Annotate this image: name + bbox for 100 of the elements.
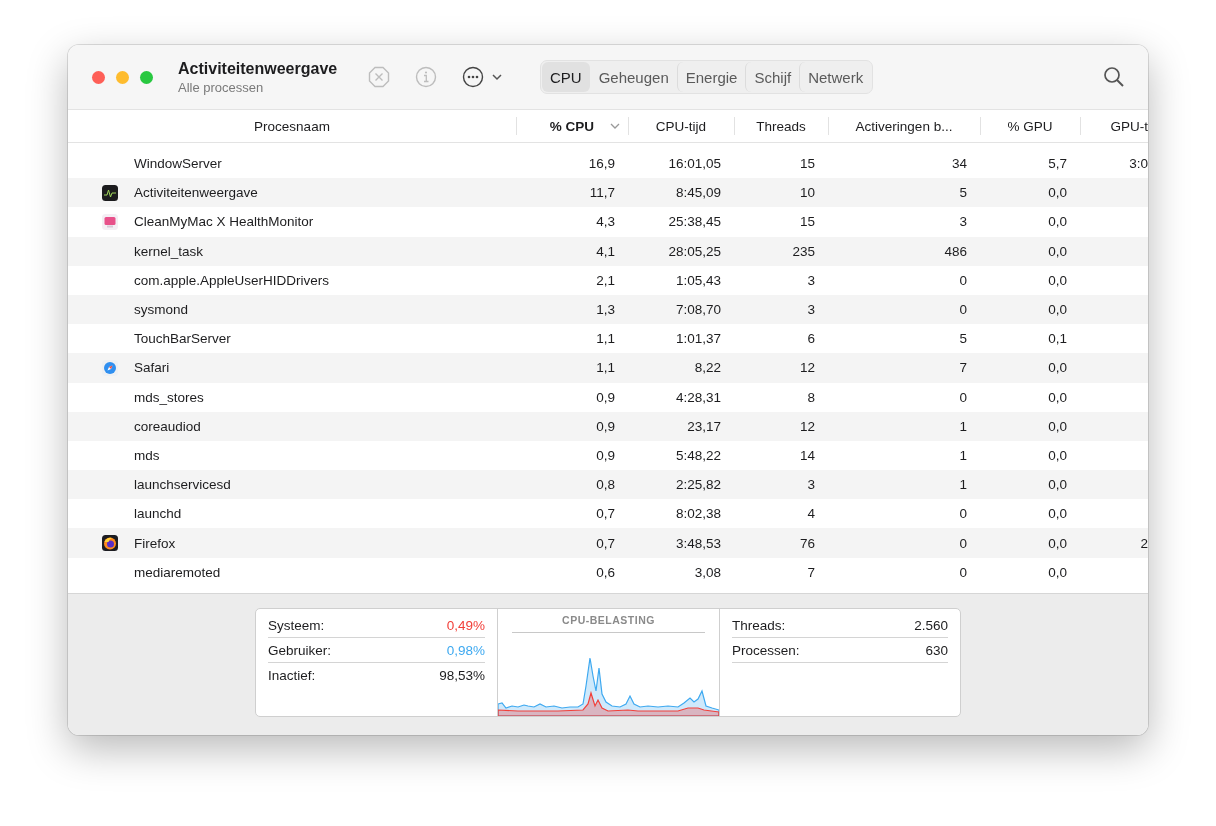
table-cell: 15 (799, 156, 815, 172)
table-cell: 5:48,22 (675, 447, 721, 463)
table-cell: 1 (959, 418, 967, 434)
table-cell: 76 (799, 535, 815, 551)
stat-label: Processen: (732, 642, 800, 658)
table-cell: 3 (807, 477, 815, 493)
minimize-window-button[interactable] (116, 70, 129, 84)
tab[interactable]: Schijf (745, 62, 800, 92)
table-cell: 8 (807, 389, 815, 405)
table-cell: 16:01,05 (668, 156, 721, 172)
table-cell: 0,7 (596, 535, 615, 551)
table-cell: 3:0 (1129, 156, 1148, 172)
info-icon[interactable] (415, 66, 437, 88)
process-name: WindowServer (134, 156, 222, 172)
table-cell: 235 (792, 243, 815, 259)
sort-chevron-icon (610, 122, 620, 130)
table-cell: 0,0 (1048, 185, 1067, 201)
table-cell: 0,6 (596, 564, 615, 580)
table-cell: 1,1 (596, 331, 615, 347)
tab[interactable]: Geheugen (589, 62, 677, 92)
tab[interactable]: Netwerk (799, 62, 872, 92)
table-cell: 11,7 (589, 185, 615, 201)
close-window-button[interactable] (92, 70, 105, 84)
table-cell: 0 (959, 389, 967, 405)
window-title: Activiteitenweergave (178, 59, 339, 78)
table-cell: 3 (807, 272, 815, 288)
table-cell: 1:01,37 (675, 331, 721, 347)
stat-label: Systeem: (268, 617, 325, 633)
table-cell: 16,9 (588, 156, 615, 172)
table-cell: 4,3 (596, 214, 615, 230)
table-cell: 0,0 (1048, 447, 1067, 463)
table-cell: 0,0 (1048, 302, 1067, 318)
compass-app-icon (101, 358, 119, 377)
monitor-screen-app-icon (101, 212, 119, 231)
column-header[interactable]: CPU-tijd (628, 110, 734, 142)
table-cell: 0,1 (1048, 331, 1067, 347)
process-name: kernel_task (134, 243, 204, 259)
process-name: coreaudiod (134, 418, 201, 434)
column-header[interactable]: Threads (734, 110, 828, 142)
table-cell: 2:25,82 (675, 477, 721, 493)
table-cell: 0,9 (596, 447, 615, 463)
table-cell: 486 (944, 243, 967, 259)
table-cell: 0,0 (1048, 360, 1067, 376)
table-cell: 25:38,45 (668, 214, 721, 230)
process-name: Firefox (134, 535, 176, 551)
table-cell: 0,0 (1048, 243, 1067, 259)
table-cell: 0,0 (1048, 506, 1067, 522)
table-cell: 3 (959, 214, 967, 230)
column-header[interactable]: GPU-t (1080, 110, 1148, 142)
monitor-app-icon (101, 183, 119, 202)
table-cell: 1 (959, 447, 967, 463)
stat-value: 0,49% (446, 617, 485, 633)
table-cell: 0,0 (1048, 214, 1067, 230)
table-cell: 4:28,31 (675, 389, 721, 405)
process-name: launchd (134, 506, 182, 522)
process-name: com.apple.AppleUserHIDDrivers (134, 272, 330, 288)
process-name: Activiteitenweergave (134, 185, 258, 201)
process-name: mds_stores (134, 389, 204, 405)
table-cell: 0,0 (1048, 535, 1067, 551)
table-cell: 1 (959, 477, 967, 493)
table-cell: 0,0 (1048, 477, 1067, 493)
table-cell: 0,9 (596, 418, 615, 434)
table-cell: 0 (959, 535, 967, 551)
tab[interactable]: Energie (676, 62, 746, 92)
more-actions-icon[interactable] (462, 66, 502, 88)
stop-process-icon[interactable] (368, 66, 390, 88)
process-name: CleanMyMac X HealthMonitor (134, 214, 314, 230)
table-cell: 2 (1140, 535, 1148, 551)
stat-label: Threads: (732, 617, 786, 633)
column-header[interactable]: % GPU (980, 110, 1080, 142)
tab[interactable]: CPU (542, 62, 590, 92)
zoom-window-button[interactable] (140, 70, 153, 84)
stat-value: 0,98% (446, 642, 485, 658)
table-cell: 8:02,38 (675, 506, 721, 522)
table-cell: 7:08,70 (675, 302, 721, 318)
table-cell: 8,22 (694, 360, 721, 376)
table-cell: 12 (799, 360, 815, 376)
table-cell: 3,08 (694, 564, 721, 580)
table-cell: 0,7 (596, 506, 615, 522)
stat-value: 630 (925, 642, 948, 658)
stat-value: 98,53% (439, 667, 485, 683)
table-cell: 7 (959, 360, 967, 376)
process-name: mds (134, 447, 160, 463)
process-name: TouchBarServer (134, 331, 231, 347)
column-header[interactable]: % CPU (516, 110, 628, 142)
table-cell: 23,17 (687, 418, 721, 434)
table-cell: 1:05,43 (675, 272, 721, 288)
table-cell: 10 (799, 185, 815, 201)
table-cell: 0,0 (1048, 564, 1067, 580)
table-cell: 3:48,53 (675, 535, 721, 551)
table-cell: 1,1 (596, 360, 615, 376)
table-cell: 15 (799, 214, 815, 230)
chart-title: CPU-BELASTING (512, 614, 705, 633)
table-cell: 3 (807, 302, 815, 318)
search-icon[interactable] (1103, 66, 1125, 88)
table-cell: 14 (799, 447, 815, 463)
process-name: sysmond (134, 302, 189, 318)
column-header[interactable]: Procesnaam (68, 110, 516, 142)
table-cell: 2,1 (596, 272, 615, 288)
column-header[interactable]: Activeringen b... (828, 110, 980, 142)
